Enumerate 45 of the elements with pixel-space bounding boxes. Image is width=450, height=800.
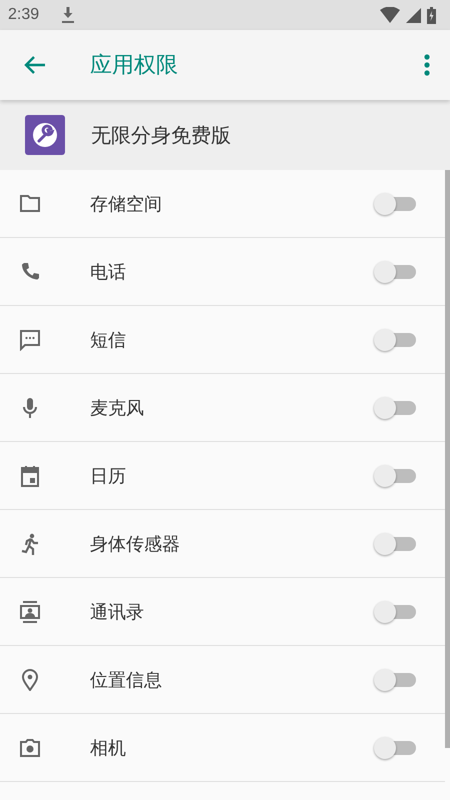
permission-label: 电话 (90, 260, 127, 284)
toggle-switch[interactable] (374, 668, 416, 692)
toggle-switch[interactable] (374, 464, 416, 488)
permission-row[interactable]: 存储空间 (0, 170, 445, 238)
phone-icon (19, 260, 41, 282)
toggle-switch[interactable] (374, 532, 416, 556)
wifi-icon (380, 7, 400, 23)
toggle-switch[interactable] (374, 600, 416, 624)
signal-icon (406, 8, 421, 22)
running-person-icon (19, 532, 41, 554)
permission-row[interactable]: 麦克风 (0, 374, 445, 442)
toggle-switch[interactable] (374, 396, 416, 420)
permission-label: 通讯录 (90, 600, 145, 624)
more-options-icon[interactable] (424, 54, 430, 76)
permission-label: 麦克风 (90, 396, 145, 420)
permission-row[interactable]: 位置信息 (0, 646, 445, 714)
permission-label: 身体传感器 (90, 532, 181, 556)
wrench-app-icon (25, 115, 65, 155)
camera-icon (19, 736, 41, 758)
permission-row[interactable]: 通讯录 (0, 578, 445, 646)
toggle-switch[interactable] (374, 192, 416, 216)
page-title: 应用权限 (90, 52, 178, 80)
permission-row[interactable]: 电话 (0, 238, 445, 306)
toggle-switch[interactable] (374, 260, 416, 284)
permission-row[interactable]: 日历 (0, 442, 445, 510)
contact-card-icon (19, 600, 41, 622)
back-arrow-icon[interactable] (24, 55, 46, 75)
calendar-icon (19, 464, 41, 486)
app-name: 无限分身免费版 (91, 122, 231, 148)
toggle-switch[interactable] (374, 736, 416, 760)
toggle-switch[interactable] (374, 328, 416, 352)
download-icon (61, 7, 76, 23)
permission-row[interactable]: 相机 (0, 714, 445, 782)
status-time: 2:39 (8, 6, 40, 24)
permission-label: 存储空间 (90, 192, 163, 216)
location-pin-icon (19, 668, 41, 690)
permission-row[interactable]: 身体传感器 (0, 510, 445, 578)
battery-icon (427, 6, 436, 24)
permission-row[interactable]: 短信 (0, 306, 445, 374)
message-icon (19, 328, 41, 350)
permission-label: 短信 (90, 328, 127, 352)
permission-label: 日历 (90, 464, 127, 488)
permission-label: 相机 (90, 736, 127, 760)
permission-label: 位置信息 (90, 668, 163, 692)
folder-icon (19, 192, 41, 214)
